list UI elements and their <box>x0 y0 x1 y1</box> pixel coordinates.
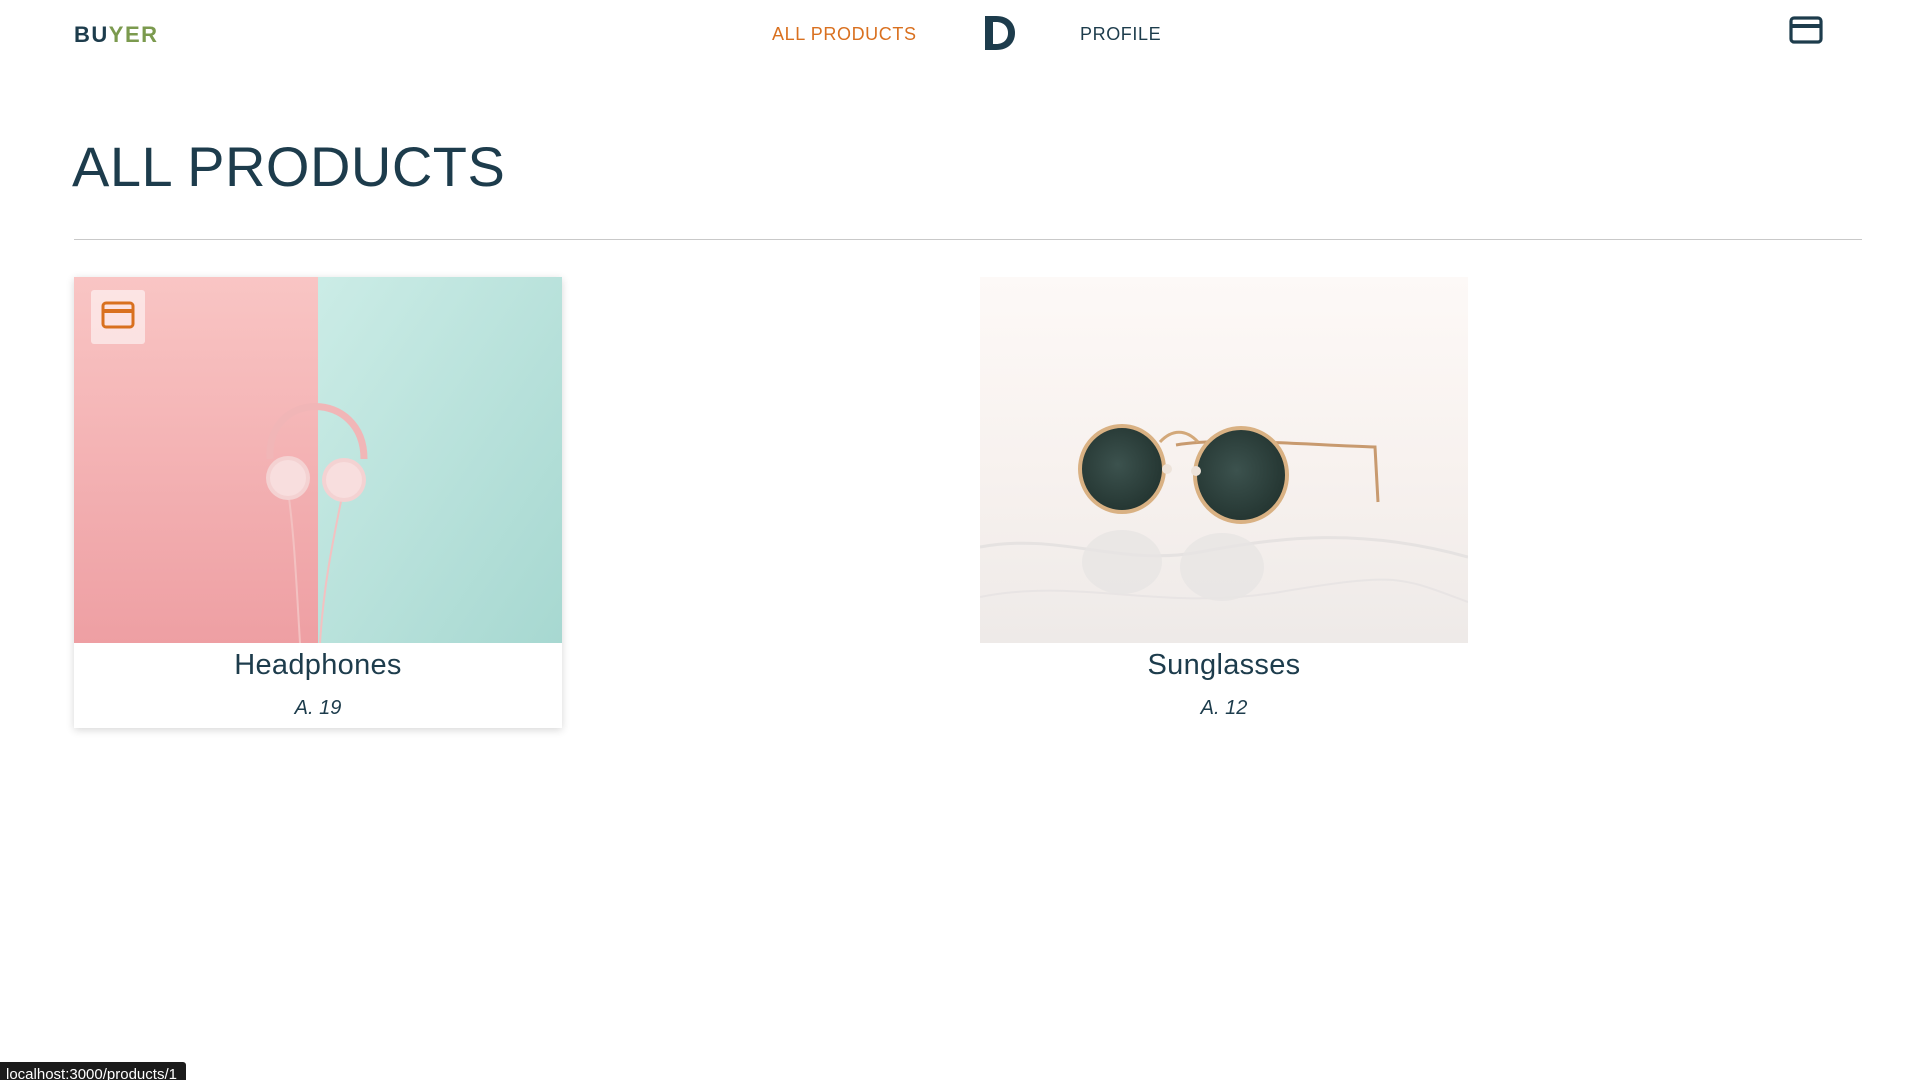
product-name: Headphones <box>234 649 402 681</box>
title-divider <box>74 239 1862 240</box>
product-card-headphones[interactable]: Headphones A. 19 <box>74 277 562 728</box>
top-navbar: BUYER ALL PRODUCTS PROFILE <box>0 0 1920 72</box>
nav-all-products[interactable]: ALL PRODUCTS <box>772 24 917 45</box>
product-price: A. 19 <box>294 697 342 719</box>
credit-card-icon[interactable] <box>1788 15 1824 45</box>
credit-card-icon <box>101 301 135 334</box>
sunglasses-photo[interactable] <box>980 277 1468 643</box>
brand-logo[interactable]: BUYER <box>74 22 159 48</box>
brand-text-part2: YER <box>108 22 159 47</box>
pink-headphones-photo[interactable] <box>74 277 562 643</box>
buy-card-button[interactable] <box>91 290 145 344</box>
d-logo-icon[interactable] <box>982 14 1018 52</box>
product-price: A. 12 <box>1200 697 1248 719</box>
nav-profile[interactable]: PROFILE <box>1080 24 1161 45</box>
page-title: ALL PRODUCTS <box>72 135 506 198</box>
brand-text-part1: BU <box>74 22 109 47</box>
product-name: Sunglasses <box>1147 649 1301 681</box>
product-card-sunglasses[interactable]: Sunglasses A. 12 <box>980 277 1468 728</box>
status-bar-url: localhost:3000/products/1 <box>0 1062 186 1080</box>
